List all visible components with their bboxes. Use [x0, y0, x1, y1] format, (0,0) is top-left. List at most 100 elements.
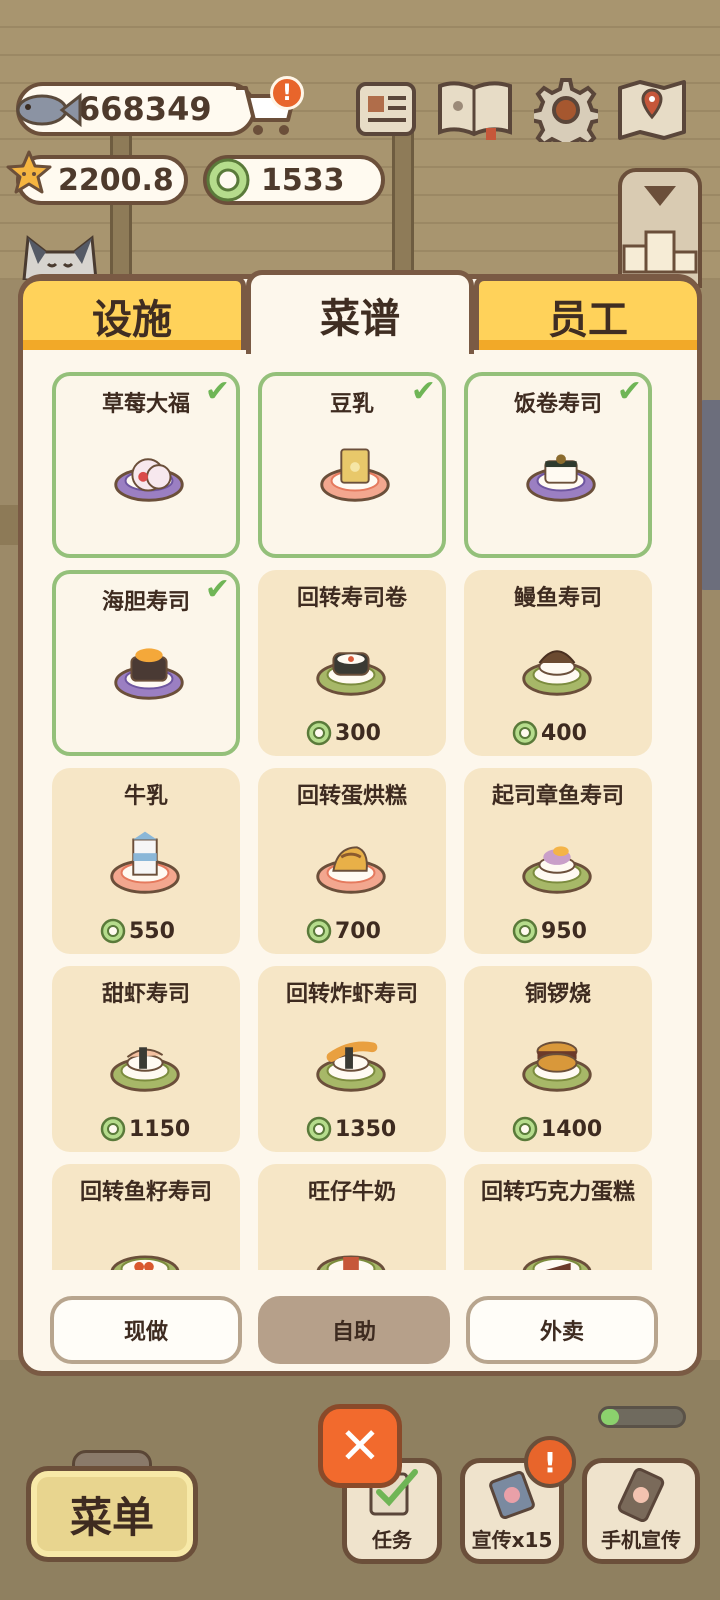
recipe-book-icon[interactable] [436, 76, 514, 142]
price-value: 1400 [541, 1116, 603, 1142]
recipe-card[interactable]: 起司章鱼寿司 950 [464, 768, 652, 954]
recipe-card[interactable]: 回转巧克力蛋糕 [464, 1164, 652, 1270]
can-dish-icon [316, 1255, 386, 1270]
tab-facilities-label: 设施 [92, 296, 172, 343]
recipe-price: 1400 [512, 1116, 602, 1142]
shrimp-dish-icon [110, 1047, 180, 1092]
coin-icon [306, 720, 332, 746]
recipe-name: 鳗鱼寿司 [513, 586, 602, 611]
checkmark-icon: ✔ [410, 374, 436, 409]
tempura-dish-icon [316, 1041, 386, 1092]
tab-recipes-label: 菜谱 [320, 295, 400, 342]
mode-label: 现做 [123, 1320, 168, 1345]
dorayaki-dish-icon [522, 1041, 592, 1092]
mode-made-to-order-button[interactable]: 现做 [50, 1296, 242, 1364]
recipe-card[interactable]: 回转炸虾寿司 1350 [258, 966, 446, 1152]
recipe-name: 牛乳 [123, 784, 168, 809]
cheese-dish-icon [522, 846, 592, 894]
coin-icon [512, 918, 538, 944]
recipe-price: 950 [512, 918, 587, 944]
recipe-name: 铜锣烧 [524, 982, 591, 1007]
price-value: 400 [541, 720, 587, 746]
close-button[interactable]: ✕ [318, 1404, 402, 1488]
price-value: 1150 [129, 1116, 191, 1142]
milk-dish-icon [110, 831, 180, 894]
recipe-card[interactable]: 豆乳 ✔ [258, 372, 446, 558]
price-value: 550 [129, 918, 175, 944]
menu-button[interactable]: 菜单 [26, 1466, 198, 1562]
newspaper-icon[interactable] [354, 76, 418, 142]
price-value: 1350 [335, 1116, 397, 1142]
recipe-name: 旺仔牛奶 [307, 1180, 396, 1205]
tab-recipes[interactable]: 菜谱 [246, 270, 474, 354]
coin-icon [100, 1116, 126, 1142]
recipe-price: 300 [306, 720, 381, 746]
recipe-price: 550 [100, 918, 175, 944]
uni-dish-icon [114, 648, 184, 700]
coin-icon [206, 158, 250, 202]
eel-dish-icon [522, 650, 592, 696]
menu-label: 菜单 [69, 1492, 154, 1542]
recipe-card[interactable]: 牛乳 550 [52, 768, 240, 954]
recipe-name: 回转巧克力蛋糕 [480, 1180, 635, 1205]
wooden-post [392, 120, 414, 280]
cake-dish-icon [316, 846, 386, 894]
checkmark-icon: ✔ [204, 374, 230, 409]
promo-label: 宣传x15 [471, 1528, 553, 1552]
recipe-name: 回转蛋烘糕 [296, 784, 407, 809]
coin-icon [512, 1116, 538, 1142]
recipe-name: 回转炸虾寿司 [285, 982, 418, 1007]
recipe-name: 甜虾寿司 [101, 982, 190, 1007]
soymilk-dish-icon [320, 448, 390, 502]
checkmark-icon: ✔ [616, 374, 642, 409]
close-icon: ✕ [339, 1417, 381, 1475]
recipe-card[interactable]: 回转鱼籽寿司 [52, 1164, 240, 1270]
tab-staff[interactable]: 员工 [474, 276, 702, 350]
task-label: 任务 [372, 1528, 412, 1552]
promo-alert-badge: ! [524, 1436, 576, 1488]
roe-dish-icon [110, 1255, 180, 1270]
mode-delivery-button[interactable]: 外卖 [466, 1296, 658, 1364]
recipe-card[interactable]: 回转寿司卷 300 [258, 570, 446, 756]
mode-label: 外卖 [539, 1320, 584, 1345]
phone-icon [617, 1468, 665, 1522]
price-value: 700 [335, 918, 381, 944]
star-icon [6, 150, 52, 194]
coin-icon [512, 720, 538, 746]
gear-icon[interactable] [534, 76, 598, 142]
map-icon[interactable] [616, 76, 688, 142]
tab-staff-label: 员工 [548, 296, 628, 343]
coin-icon [306, 1116, 332, 1142]
recipe-card[interactable]: 甜虾寿司 1150 [52, 966, 240, 1152]
price-value: 300 [335, 720, 381, 746]
recipe-price: 700 [306, 918, 381, 944]
phone-promo-button[interactable]: 手机宣传 [582, 1458, 700, 1564]
cat-character [22, 235, 98, 280]
recipe-card[interactable]: 铜锣烧 1400 [464, 966, 652, 1152]
maki-dish-icon [316, 652, 386, 696]
recipe-name: 回转鱼籽寿司 [79, 1180, 212, 1205]
recipe-card[interactable]: 鳗鱼寿司 400 [464, 570, 652, 756]
progress-fill [601, 1409, 620, 1425]
roll-dish-icon [526, 454, 596, 502]
recipe-card[interactable]: 海胆寿司 ✔ [52, 570, 240, 756]
checkmark-icon: ✔ [204, 572, 230, 607]
coin-icon [100, 918, 126, 944]
recipe-grid[interactable]: 草莓大福 ✔ 豆乳 ✔ 饭卷寿司 ✔ 海胆寿司 ✔ 回转寿司卷 300 鳗鱼寿司 400 牛乳 550 回转… [52, 372, 672, 1270]
recipe-card[interactable]: 旺仔牛奶 [258, 1164, 446, 1270]
mode-label: 自助 [331, 1320, 376, 1345]
star-count: 2200.8 [58, 162, 174, 198]
promo-progress-bar [598, 1406, 686, 1428]
price-value: 950 [541, 918, 587, 944]
recipe-card[interactable]: 饭卷寿司 ✔ [464, 372, 652, 558]
phone-promo-label: 手机宣传 [601, 1528, 681, 1552]
tab-facilities[interactable]: 设施 [18, 276, 246, 350]
recipe-card[interactable]: 草莓大福 ✔ [52, 372, 240, 558]
coin-count: 1533 [261, 162, 345, 198]
mode-self-service-button[interactable]: 自助 [258, 1296, 450, 1364]
recipe-card[interactable]: 回转蛋烘糕 700 [258, 768, 446, 954]
recipe-price: 400 [512, 720, 587, 746]
choco-dish-icon [522, 1255, 592, 1270]
cart-alert-badge: ! [270, 76, 304, 110]
ranking-button[interactable] [618, 168, 702, 288]
